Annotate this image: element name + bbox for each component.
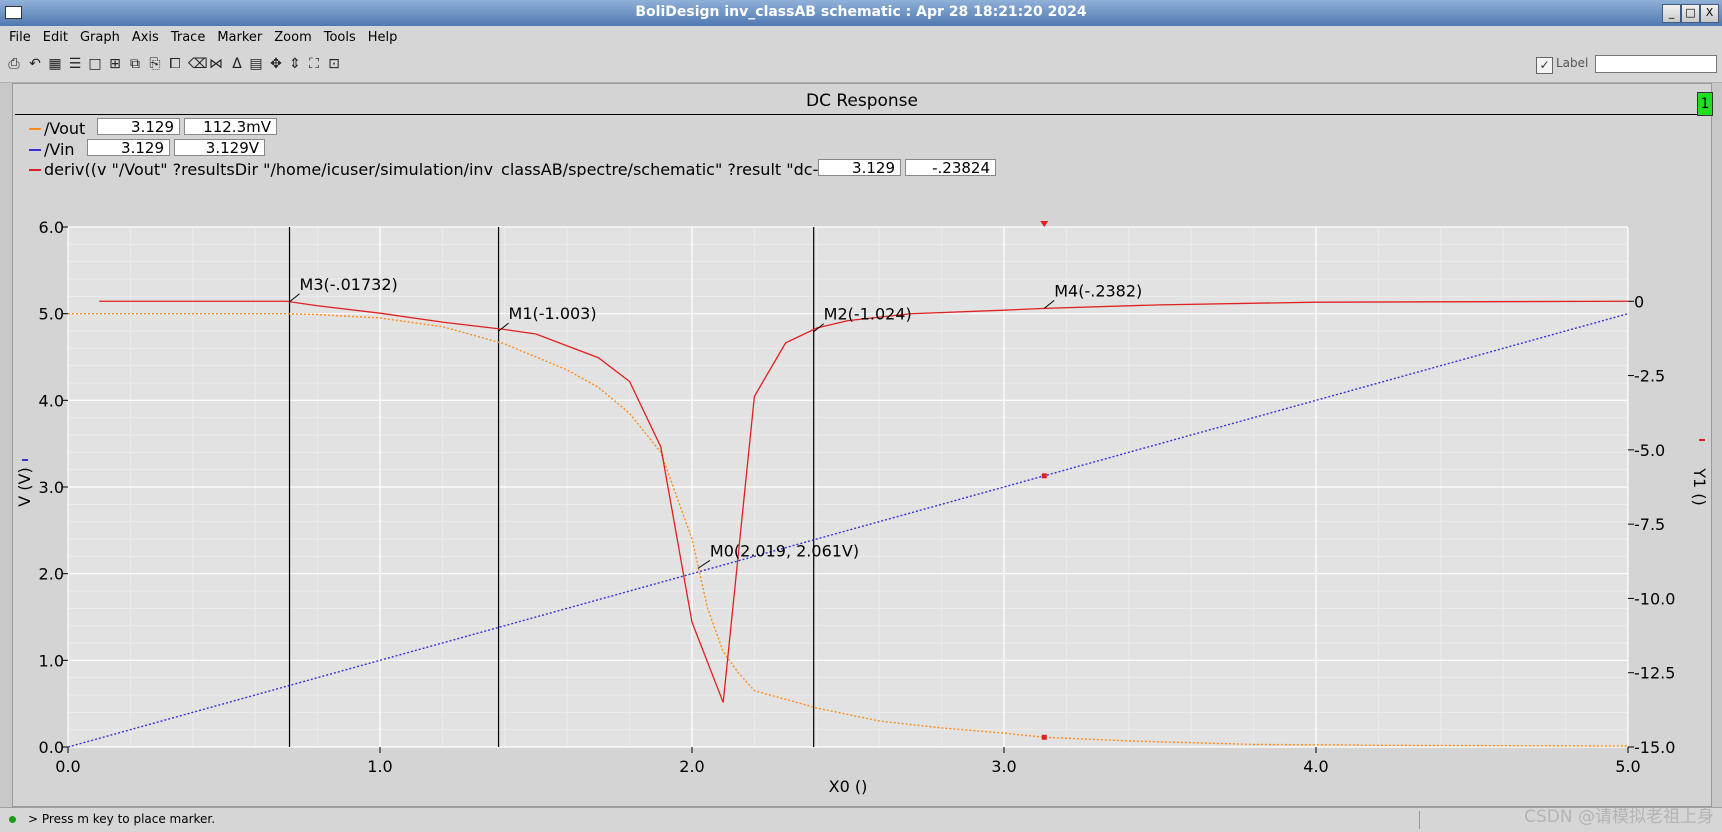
watermark: CSDN @请模拟老祖上身 [1524,807,1714,827]
marker-label: M1(-1.003) [509,304,597,323]
marker-label: M2(-1.024) [824,305,912,324]
x-tick-label: 0.0 [55,757,80,776]
status-separator [1419,811,1420,829]
dc-response-chart[interactable]: 0.0 1.0 2.0 3.0 4.0 5.0 0.0 1.0 2.0 3.0 4.0 5.0 6.0 -… [0,0,1722,831]
y-tick-label: 1.0 [39,651,64,670]
marker-label: M0(2.019, 2.061V) [710,541,859,560]
status-ok-icon [9,816,16,823]
y-axis-label: V (V) [15,467,34,506]
x-tick-label: 3.0 [991,757,1016,776]
cursor-point-vin [1041,473,1047,479]
cursor-indicator [1040,221,1049,227]
x-tick-label: 1.0 [367,757,392,776]
x-tick-label: 4.0 [1303,757,1328,776]
x-tick-label: 2.0 [679,757,704,776]
status-bar: > Press m key to place marker. [0,807,1722,832]
cursor-point-vout [1041,734,1047,740]
y-tick-label: 4.0 [39,391,64,410]
y2-tick-label: -15.0 [1634,738,1675,757]
marker-label: M3(-.01732) [300,275,398,294]
y2-tick-label: -7.5 [1634,515,1665,534]
y2-axis-label: Y1 () [1690,467,1709,506]
y-tick-label: 0.0 [39,738,64,757]
y-tick-label: 3.0 [39,478,64,497]
y2-tick-label: -12.5 [1634,664,1675,683]
y2-tick-label: -2.5 [1634,367,1665,386]
x-tick-label: 5.0 [1615,757,1640,776]
status-message: > Press m key to place marker. [28,812,216,826]
x-axis-label: X0 () [829,777,868,796]
y-tick-label: 2.0 [39,565,64,584]
y-tick-label: 5.0 [39,305,64,324]
y-tick-label: 6.0 [39,218,64,237]
marker-label: M4(-.2382) [1054,281,1142,300]
y2-tick-label: 0 [1634,292,1644,311]
y2-tick-label: -10.0 [1634,589,1675,608]
y2-tick-label: -5.0 [1634,441,1665,460]
